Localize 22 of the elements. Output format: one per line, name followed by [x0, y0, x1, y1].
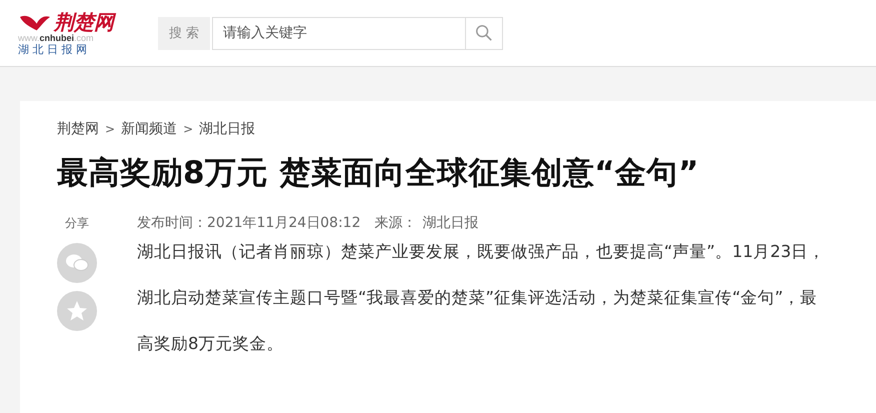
chat-bubbles-icon	[65, 253, 89, 273]
search-button[interactable]	[465, 16, 503, 50]
breadcrumb-link[interactable]: 荆楚网	[57, 120, 99, 138]
favorite-button[interactable]	[57, 291, 97, 331]
search-field[interactable]: 请输入关键字	[212, 16, 465, 50]
article-paragraph: 湖北日报讯（记者肖丽琼）楚菜产业要发展，既要做强产品，也要提高“声量”。11月23日，湖北启动楚菜宣传主题口号暨“我最喜爱的楚菜”征集评选活动，为楚菜征集宣传“金句”，最高奖励8万元奖金。	[137, 241, 826, 355]
breadcrumb-link[interactable]: 湖北日报	[199, 120, 256, 138]
logo-name: 荆楚网	[54, 10, 114, 32]
publish-time: 发布时间：2021年11月24日08:12	[137, 214, 361, 232]
wechat-share-button[interactable]	[57, 243, 97, 283]
logo-domain: www.cnhubei.com	[18, 32, 94, 42]
breadcrumb-link[interactable]: 新闻频道	[121, 120, 178, 138]
star-icon	[65, 299, 89, 323]
logo-subtitle: 湖 北 日 报 网	[18, 42, 88, 56]
breadcrumb-separator: >	[183, 122, 194, 136]
breadcrumb-separator: >	[105, 122, 116, 136]
share-label: 分享	[64, 214, 90, 232]
search-label: 搜 索	[158, 16, 210, 50]
search-icon	[475, 24, 493, 42]
article-title: 最高奖励8万元 楚菜面向全球征集创意“金句”	[57, 154, 700, 193]
source-label: 来源：	[374, 214, 417, 232]
source-name: 湖北日报	[422, 214, 479, 232]
